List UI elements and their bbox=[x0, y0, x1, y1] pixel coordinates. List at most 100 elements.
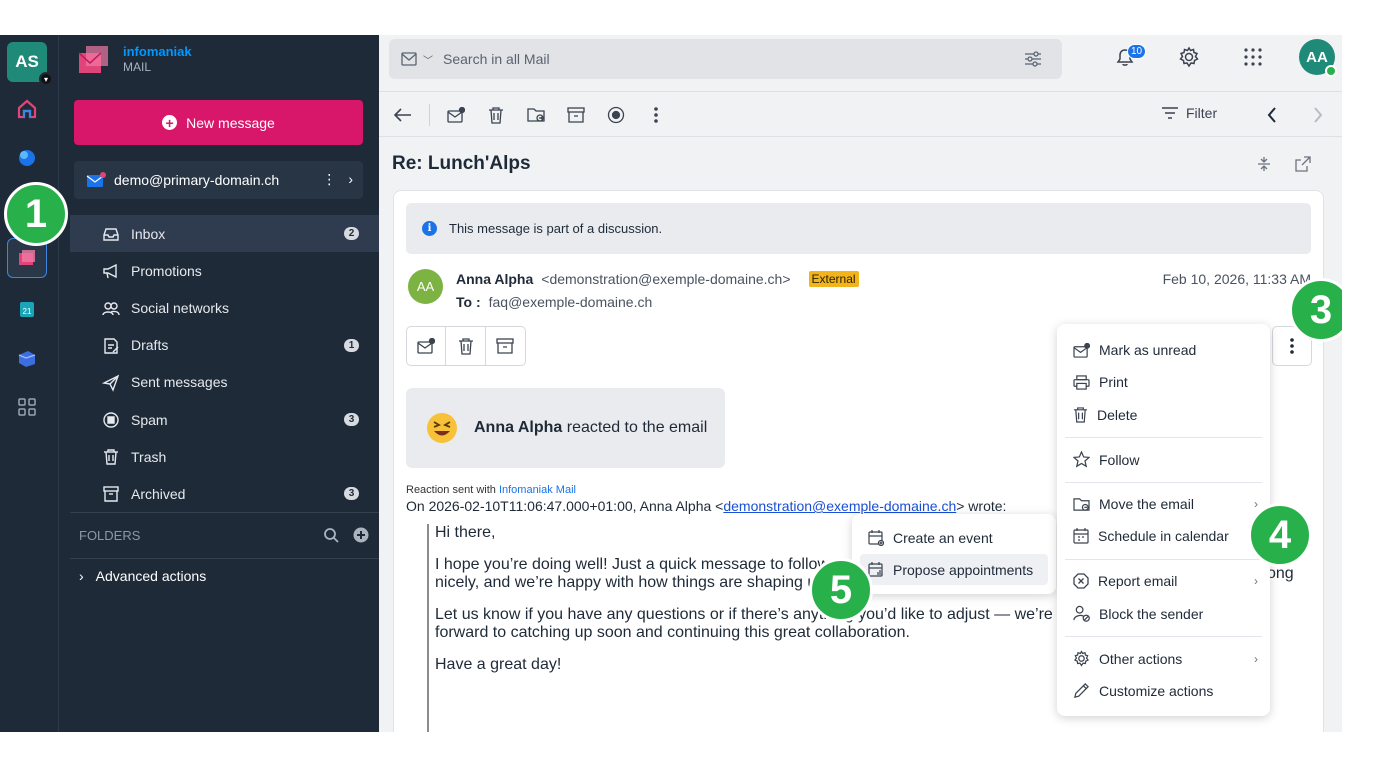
spam-button[interactable] bbox=[605, 104, 627, 126]
mail-scope-icon[interactable] bbox=[401, 52, 417, 66]
back-button[interactable] bbox=[392, 104, 414, 126]
open-in-new-window-icon[interactable] bbox=[1295, 156, 1311, 172]
mark-unread-icon bbox=[447, 107, 465, 123]
inbox-icon bbox=[103, 228, 119, 241]
mail-app: AS ▾ 21 infomaniak MAIL + New message de… bbox=[0, 35, 1342, 732]
sender-avatar[interactable]: AA bbox=[408, 269, 443, 304]
search-filters-icon[interactable] bbox=[1024, 51, 1042, 67]
propose-appointments-label: Propose appointments bbox=[893, 561, 1034, 578]
app-grid-icon[interactable] bbox=[1243, 47, 1263, 67]
sender-name[interactable]: Anna Alpha bbox=[456, 271, 533, 287]
delete-button[interactable] bbox=[446, 327, 486, 365]
menu-item-print[interactable]: Print bbox=[1073, 374, 1258, 390]
chevron-right-icon: › bbox=[1254, 497, 1258, 511]
filter-button[interactable]: Filter bbox=[1162, 105, 1217, 121]
delete-button[interactable] bbox=[485, 104, 507, 126]
chevron-down-icon[interactable]: ﹀ bbox=[423, 52, 433, 67]
archive-icon bbox=[567, 107, 585, 123]
search-bar[interactable]: ﹀ Search in all Mail bbox=[389, 39, 1062, 79]
calendar-app-icon[interactable]: 21 bbox=[15, 297, 39, 321]
user-initials: AA bbox=[1306, 48, 1328, 66]
create-event-item[interactable]: Create an event bbox=[860, 522, 1048, 553]
new-message-button[interactable]: + New message bbox=[74, 100, 363, 145]
infomaniak-mail-link[interactable]: Infomaniak Mail bbox=[499, 484, 576, 496]
folder-promotions[interactable]: Promotions bbox=[70, 252, 379, 289]
collapse-thread-icon[interactable] bbox=[1256, 156, 1272, 172]
gear-icon bbox=[1073, 650, 1090, 667]
menu-item-customize-actions[interactable]: Customize actions bbox=[1073, 682, 1258, 699]
filter-label: Filter bbox=[1186, 105, 1218, 121]
filter-lines-icon bbox=[1162, 107, 1178, 119]
previous-email-button[interactable] bbox=[1261, 104, 1283, 126]
sender-address[interactable]: <demonstration@exemple-domaine.ch> bbox=[541, 271, 790, 287]
quote-header: On 2026-02-10T11:06:47.000+01:00, Anna A… bbox=[406, 498, 1006, 514]
folder-social-networks[interactable]: Social networks bbox=[70, 289, 379, 326]
recipient-line: To : faq@exemple-domaine.ch bbox=[456, 294, 652, 310]
account-avatar[interactable]: AS ▾ bbox=[7, 42, 53, 86]
menu-item-mark-unread[interactable]: Mark as unread bbox=[1073, 342, 1258, 358]
divider bbox=[1065, 482, 1262, 483]
menu-item-schedule-in-calendar[interactable]: Schedule in calendar › bbox=[1073, 528, 1258, 544]
gear-icon[interactable] bbox=[1178, 46, 1200, 68]
drive-app-icon[interactable] bbox=[15, 346, 39, 370]
menu-item-move-email[interactable]: Move the email › bbox=[1073, 496, 1258, 512]
folder-label: Sent messages bbox=[131, 374, 228, 391]
advanced-actions[interactable]: › Advanced actions bbox=[79, 568, 206, 584]
folder-count: 3 bbox=[344, 487, 359, 501]
search-icon[interactable] bbox=[323, 527, 339, 543]
more-actions-button[interactable] bbox=[645, 104, 667, 126]
divider bbox=[1065, 636, 1262, 637]
spam-icon bbox=[103, 412, 119, 428]
ai-orb-icon[interactable] bbox=[15, 146, 39, 170]
menu-item-other-actions[interactable]: Other actions › bbox=[1073, 650, 1258, 667]
account-switcher[interactable]: demo@primary-domain.ch ⋮ › bbox=[74, 161, 363, 199]
menu-item-report-email[interactable]: Report email › bbox=[1073, 573, 1258, 589]
chevron-left-icon bbox=[1267, 107, 1276, 123]
folder-sent[interactable]: Sent messages bbox=[70, 364, 379, 401]
menu-item-delete[interactable]: Delete bbox=[1073, 406, 1258, 423]
menu-item-block-sender[interactable]: Block the sender bbox=[1073, 605, 1258, 622]
menu-item-label: Schedule in calendar bbox=[1098, 528, 1229, 544]
chevron-right-icon: › bbox=[1254, 651, 1258, 666]
account-more-icon[interactable]: ⋮ bbox=[322, 171, 336, 188]
sidebar: infomaniak MAIL + New message demo@prima… bbox=[59, 35, 379, 732]
notifications-button[interactable]: 10 bbox=[1114, 44, 1147, 72]
quote-line-tail: ong bbox=[1267, 565, 1294, 582]
mark-unread-icon bbox=[1073, 342, 1090, 358]
user-avatar[interactable]: AA bbox=[1299, 39, 1337, 77]
propose-appointments-item[interactable]: Propose appointments bbox=[860, 554, 1048, 585]
recipient-address[interactable]: faq@exemple-domaine.ch bbox=[489, 294, 653, 310]
folder-drafts[interactable]: Drafts 1 bbox=[70, 327, 379, 364]
quote-sender-email-link[interactable]: demonstration@exemple-domaine.ch bbox=[723, 498, 956, 514]
search-input[interactable]: Search in all Mail bbox=[443, 51, 550, 67]
folder-archived[interactable]: Archived 3 bbox=[70, 475, 379, 512]
home-icon[interactable] bbox=[15, 97, 39, 121]
menu-item-follow[interactable]: Follow bbox=[1073, 451, 1258, 468]
all-apps-grid-icon[interactable] bbox=[15, 395, 39, 419]
archive-button[interactable] bbox=[565, 104, 587, 126]
folder-spam[interactable]: Spam 3 bbox=[70, 401, 379, 438]
notification-count: 10 bbox=[1127, 44, 1147, 59]
next-email-button[interactable] bbox=[1307, 104, 1329, 126]
menu-item-label: Mark as unread bbox=[1099, 342, 1197, 358]
schedule-in-calendar-submenu: Create an event Propose appointments bbox=[852, 514, 1056, 594]
to-label: To : bbox=[456, 294, 481, 310]
advanced-actions-label: Advanced actions bbox=[95, 568, 207, 584]
divider bbox=[429, 104, 430, 126]
archive-button[interactable] bbox=[486, 327, 525, 365]
folder-label: Inbox bbox=[131, 225, 166, 242]
menu-item-label: Customize actions bbox=[1099, 682, 1214, 699]
folder-trash[interactable]: Trash bbox=[70, 438, 379, 475]
mark-unread-icon bbox=[417, 338, 436, 354]
add-folder-icon[interactable] bbox=[353, 527, 369, 543]
folder-inbox[interactable]: Inbox 2 bbox=[70, 215, 379, 253]
chevron-right-icon[interactable]: › bbox=[348, 171, 353, 188]
mark-unread-button[interactable] bbox=[407, 327, 447, 365]
mark-unread-button[interactable] bbox=[445, 104, 467, 126]
move-folder-icon bbox=[527, 108, 545, 122]
folder-label: Promotions bbox=[131, 262, 202, 279]
move-button[interactable] bbox=[525, 104, 547, 126]
folder-count: 2 bbox=[344, 227, 359, 240]
quick-actions bbox=[406, 326, 526, 366]
brand[interactable]: infomaniak MAIL bbox=[77, 40, 192, 80]
